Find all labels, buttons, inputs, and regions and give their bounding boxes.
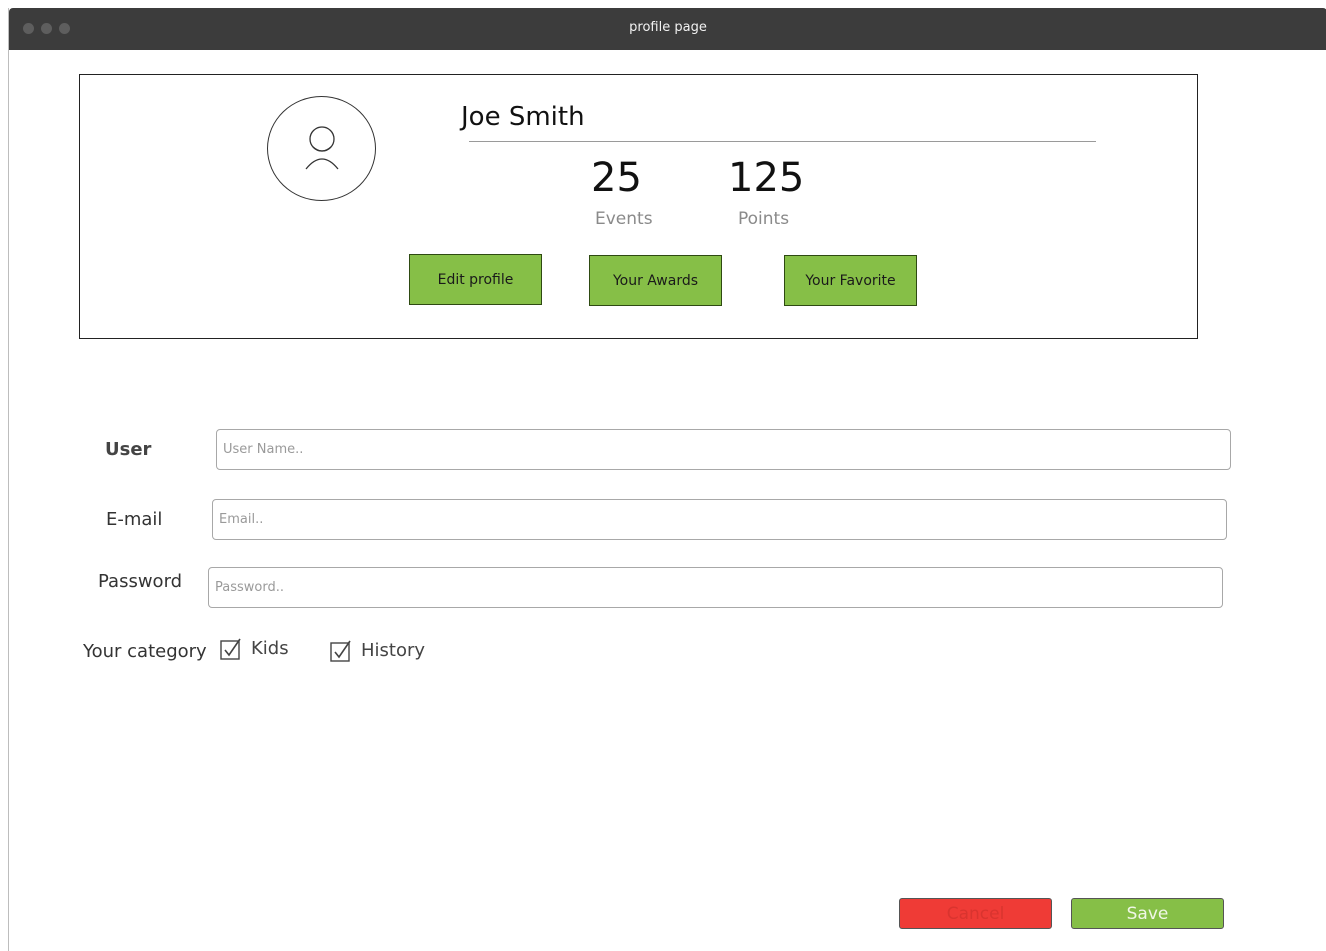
title-bar[interactable]: profile page — [9, 8, 1326, 50]
avatar — [267, 96, 376, 201]
save-button[interactable]: Save — [1071, 898, 1224, 929]
category-label: Your category — [83, 641, 207, 662]
password-input[interactable] — [208, 567, 1223, 608]
profile-card: Joe Smith 25 Events 125 Points Edit prof… — [79, 74, 1198, 339]
your-awards-button[interactable]: Your Awards — [589, 255, 722, 306]
kids-option-label: Kids — [251, 638, 289, 659]
category-history-checkbox[interactable]: History — [330, 640, 426, 662]
email-label: E-mail — [106, 509, 163, 530]
checkbox-checked-icon[interactable] — [220, 638, 241, 660]
profile-name: Joe Smith — [461, 102, 585, 132]
history-option-label: History — [361, 640, 426, 661]
events-label: Events — [595, 209, 653, 229]
name-divider — [469, 141, 1096, 142]
email-input[interactable] — [212, 499, 1227, 540]
events-count: 25 — [591, 155, 642, 201]
your-favorite-button[interactable]: Your Favorite — [784, 255, 917, 306]
edit-profile-button[interactable]: Edit profile — [409, 254, 542, 305]
points-count: 125 — [728, 155, 805, 201]
password-label: Password — [98, 571, 183, 592]
window-title: profile page — [629, 20, 707, 35]
user-avatar-icon — [305, 126, 339, 170]
user-name-input[interactable] — [216, 429, 1231, 470]
checkbox-checked-icon[interactable] — [330, 640, 351, 662]
cancel-button[interactable]: Cancel — [899, 898, 1052, 929]
points-label: Points — [738, 209, 790, 229]
user-label: User — [105, 439, 152, 460]
category-kids-checkbox[interactable]: Kids — [220, 638, 289, 660]
